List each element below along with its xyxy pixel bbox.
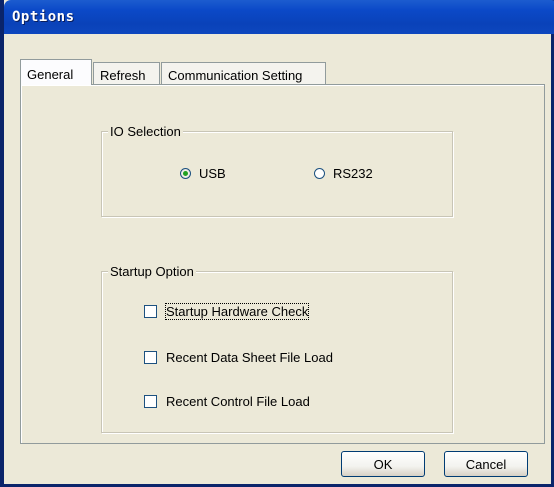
tab-communication-setting-label: Communication Setting — [168, 68, 303, 83]
tab-communication-setting[interactable]: Communication Setting — [161, 62, 326, 84]
cancel-button[interactable]: Cancel — [444, 451, 528, 477]
checkbox-recent-control-file[interactable] — [144, 395, 157, 408]
dialog-client-area: General Refresh Communication Setting IO… — [4, 34, 551, 484]
tab-refresh-label: Refresh — [100, 68, 146, 83]
radio-rs232-label: RS232 — [333, 166, 373, 181]
title-bar[interactable]: Options — [4, 0, 554, 34]
io-selection-group: IO Selection USB RS232 — [101, 124, 453, 217]
check-startup-hardware-label: Startup Hardware Check — [164, 303, 310, 320]
check-recent-control-file[interactable]: Recent Control File Load — [144, 394, 310, 409]
radio-usb-label: USB — [199, 166, 226, 181]
checkbox-startup-hardware[interactable] — [144, 305, 157, 318]
io-selection-legend: IO Selection — [108, 124, 183, 140]
ok-button[interactable]: OK — [341, 451, 425, 477]
check-startup-hardware[interactable]: Startup Hardware Check — [144, 303, 310, 320]
radio-rs232[interactable]: RS232 — [314, 166, 373, 181]
tab-panel-general: IO Selection USB RS232 Startup Option St… — [20, 84, 545, 444]
check-recent-data-sheet[interactable]: Recent Data Sheet File Load — [144, 350, 333, 365]
radio-rs232-indicator[interactable] — [314, 168, 325, 179]
window-title: Options — [12, 9, 75, 25]
tab-general-label: General — [27, 67, 74, 82]
tab-refresh[interactable]: Refresh — [93, 62, 160, 84]
check-recent-control-file-label: Recent Control File Load — [166, 394, 310, 409]
tab-general[interactable]: General — [20, 59, 92, 85]
checkbox-recent-data-sheet[interactable] — [144, 351, 157, 364]
radio-usb-indicator[interactable] — [180, 168, 191, 179]
startup-option-legend: Startup Option — [108, 264, 196, 280]
check-recent-data-sheet-label: Recent Data Sheet File Load — [166, 350, 333, 365]
radio-usb[interactable]: USB — [180, 166, 226, 181]
startup-option-group: Startup Option Startup Hardware Check Re… — [101, 264, 453, 433]
